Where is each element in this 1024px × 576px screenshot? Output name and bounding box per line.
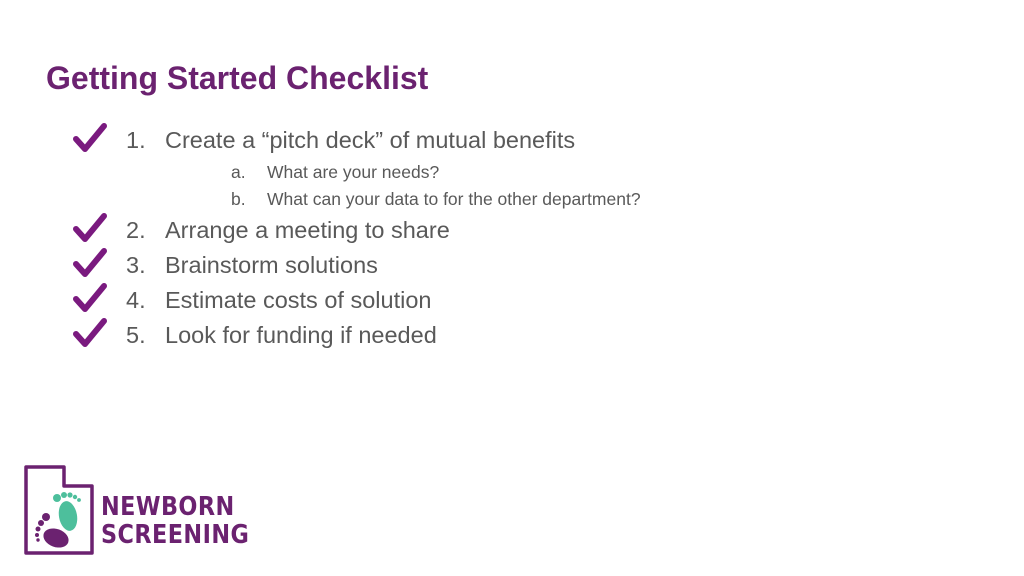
checkmark-icon	[73, 318, 107, 347]
checklist-subitem-b: b. What can your data to for the other de…	[231, 189, 641, 210]
checkmark-icon	[73, 123, 107, 152]
slide-title: Getting Started Checklist	[46, 60, 429, 96]
subitem-text: What are your needs?	[267, 162, 440, 182]
checklist-item-2: 2. Arrange a meeting to share	[126, 217, 450, 244]
item-text: Arrange a meeting to share	[165, 217, 450, 243]
logo-text-screening: SCREENING	[101, 520, 250, 550]
checklist-item-5: 5. Look for funding if needed	[126, 322, 437, 349]
checklist-subitem-a: a. What are your needs?	[231, 162, 439, 183]
checklist-item-3: 3. Brainstorm solutions	[126, 252, 378, 279]
checklist-item-1: 1. Create a “pitch deck” of mutual benefi…	[126, 127, 575, 154]
checklist-item-4: 4. Estimate costs of solution	[126, 287, 431, 314]
subitem-letter: b.	[231, 189, 246, 209]
item-text: Look for funding if needed	[165, 322, 437, 348]
checkmark-icon	[73, 283, 107, 312]
subitem-text: What can your data to for the other depa…	[267, 189, 641, 209]
item-text: Create a “pitch deck” of mutual benefits	[165, 127, 576, 153]
checkmark-icon	[73, 213, 107, 242]
item-text: Estimate costs of solution	[165, 287, 432, 313]
subitem-letter: a.	[231, 162, 246, 182]
item-text: Brainstorm solutions	[165, 252, 378, 278]
utah-footprints-icon	[24, 465, 94, 555]
item-number: 4.	[126, 287, 146, 313]
logo-text-newborn: NEWBORN	[101, 492, 235, 522]
checkmark-icon	[73, 248, 107, 277]
item-number: 2.	[126, 217, 146, 243]
item-number: 5.	[126, 322, 146, 348]
item-number: 3.	[126, 252, 146, 278]
item-number: 1.	[126, 127, 146, 153]
